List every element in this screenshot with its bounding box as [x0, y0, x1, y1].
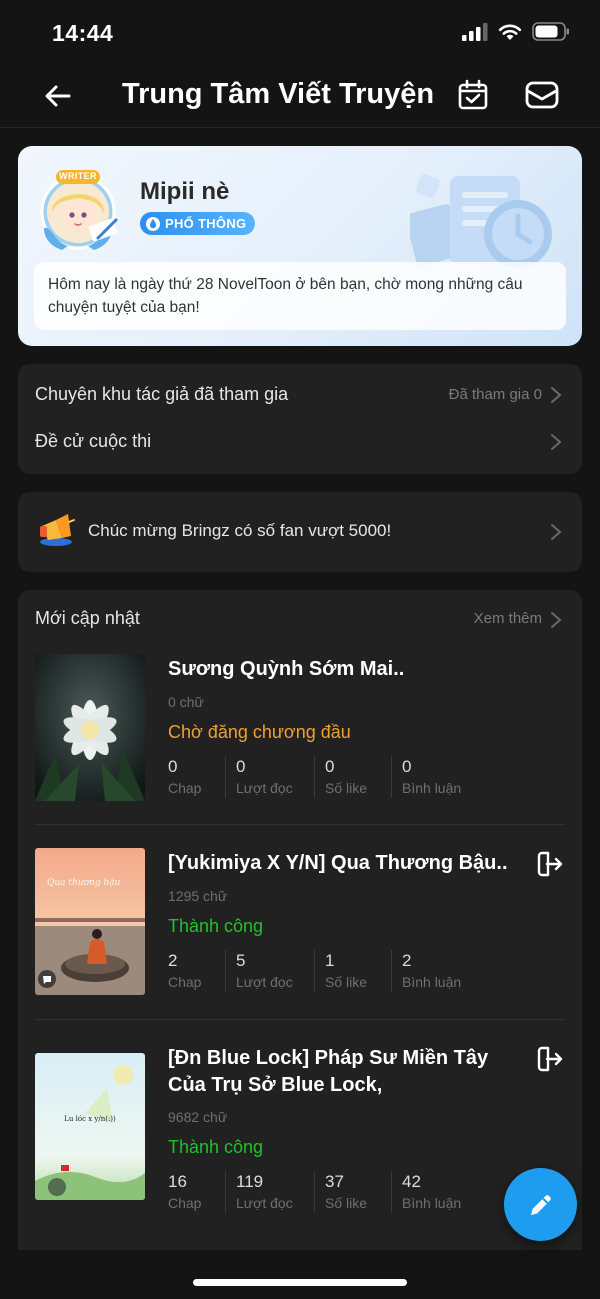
announcement-text: Chúc mừng Bringz có số fan vượt 5000!	[88, 521, 392, 540]
signal-icon	[462, 22, 488, 41]
book-item[interactable]: Qua thương bậu [Yukimiya X Y/N] Qua Thươ…	[18, 848, 582, 1042]
avatar[interactable]: WRITER	[38, 168, 122, 252]
chevron-right-icon	[551, 434, 562, 450]
word-count: 0 chữ	[168, 694, 204, 710]
stat-reads: 0 Lượt đọc	[236, 756, 315, 798]
publish-status: Chờ đăng chương đầu	[168, 722, 351, 742]
stat-chapters: 0 Chap	[168, 756, 226, 798]
mail-icon	[525, 81, 559, 109]
exit-icon[interactable]	[536, 850, 564, 878]
divider	[35, 1019, 565, 1020]
chevron-right-icon	[551, 387, 562, 403]
battery-icon	[532, 22, 569, 41]
word-count: 9682 chữ	[168, 1109, 228, 1125]
status-bar: 14:44	[0, 0, 600, 64]
tier-badge: PHỔ THÔNG	[140, 212, 256, 235]
exit-icon[interactable]	[536, 1045, 564, 1073]
mail-button[interactable]	[524, 78, 560, 112]
megaphone-icon	[40, 514, 75, 546]
menu-item-joined-zones[interactable]: Chuyên khu tác giả đã tham gia Đã tham g…	[18, 372, 582, 418]
divider	[35, 824, 565, 825]
stat-reads: 119 Lượt đọc	[236, 1171, 315, 1213]
stat-likes: 37 Số like	[325, 1171, 392, 1213]
pencil-icon	[530, 1194, 551, 1215]
stat-comments: 2 Bình luận	[402, 951, 462, 990]
chevron-right-icon	[551, 612, 562, 628]
book-cover[interactable]: Lu lóc x y/n(:))	[35, 1053, 145, 1200]
book-cover[interactable]	[35, 654, 145, 801]
menu-item-label: Đề cử cuộc thi	[35, 431, 152, 451]
wifi-icon	[498, 24, 522, 40]
author-menu-card: Chuyên khu tác giả đã tham gia Đã tham g…	[18, 364, 582, 474]
joined-count: Đã tham gia 0	[448, 386, 542, 403]
announcement-banner[interactable]: Chúc mừng Bringz có số fan vượt 5000!	[18, 492, 582, 572]
drop-icon	[146, 216, 160, 231]
stat-chapters: 2 Chap	[168, 950, 226, 992]
publish-status: Thành công	[168, 1137, 264, 1157]
stat-chapters: 16 Chap	[168, 1171, 226, 1213]
nav-bar: Trung Tâm Viết Truyện	[0, 64, 600, 128]
stat-likes: 1 Số like	[325, 950, 392, 992]
write-fab-button[interactable]	[504, 1168, 577, 1241]
book-title: [Đn Blue Lock] Pháp Sư Miền Tây Của Trụ …	[168, 1047, 489, 1096]
publish-status: Thành công	[168, 916, 264, 936]
status-icons	[462, 22, 570, 41]
tier-label: PHỔ THÔNG	[165, 216, 247, 231]
chevron-right-icon	[551, 524, 562, 540]
book-title: Sương Quỳnh Sớm Mai..	[168, 658, 405, 680]
username: Mipii nè	[140, 178, 230, 205]
menu-item-contest-nomination[interactable]: Đề cử cuộc thi	[18, 419, 582, 465]
status-time: 14:44	[52, 20, 114, 46]
home-indicator[interactable]	[193, 1279, 407, 1286]
sky-meadow-cover-image	[35, 1053, 145, 1200]
stat-comments: 0 Bình luận	[402, 757, 462, 796]
book-stats: 2 Chap 5 Lượt đọc 1 Số like 2 Bình luận	[168, 950, 492, 992]
stat-reads: 5 Lượt đọc	[236, 950, 315, 992]
greeting-message: Hôm nay là ngày thứ 28 NovelToon ở bên b…	[34, 262, 566, 330]
recent-updates-section: Mới cập nhật Xem thêm Sương Quỳnh Sớm Ma…	[18, 590, 582, 1250]
book-title: [Yukimiya X Y/N] Qua Thương Bậu..	[168, 852, 508, 874]
word-count: 1295 chữ	[168, 888, 228, 904]
see-more-link[interactable]: Xem thêm	[474, 610, 542, 627]
book-item[interactable]: Sương Quỳnh Sớm Mai.. 0 chữ Chờ đăng chư…	[18, 654, 582, 848]
avatar-badge-text: WRITER	[59, 171, 97, 181]
stat-likes: 0 Số like	[325, 756, 392, 798]
section-title: Mới cập nhật	[35, 608, 140, 628]
book-stats: 16 Chap 119 Lượt đọc 37 Số like 42 Bình luận	[168, 1171, 492, 1213]
girl-in-boat-cover-image	[35, 848, 145, 995]
night-flower-cover-image	[35, 654, 145, 801]
menu-item-label: Chuyên khu tác giả đã tham gia	[35, 384, 289, 404]
calendar-button[interactable]	[456, 78, 490, 112]
book-item[interactable]: Lu lóc x y/n(:)) [Đn Blue Lock] Pháp Sư …	[18, 1043, 582, 1250]
book-cover[interactable]: Qua thương bậu	[35, 848, 145, 995]
calendar-check-icon	[458, 79, 488, 110]
stat-comments: 42 Bình luận	[402, 1172, 462, 1211]
book-stats: 0 Chap 0 Lượt đọc 0 Số like 0 Bình luận	[168, 756, 492, 798]
cover-caption: Qua thương bậu	[47, 878, 121, 888]
profile-card[interactable]: WRITER Mipii nè PHỔ THÔNG Hôm nay là ngà…	[18, 146, 582, 346]
cover-caption: Lu lóc x y/n(:))	[64, 1115, 116, 1123]
